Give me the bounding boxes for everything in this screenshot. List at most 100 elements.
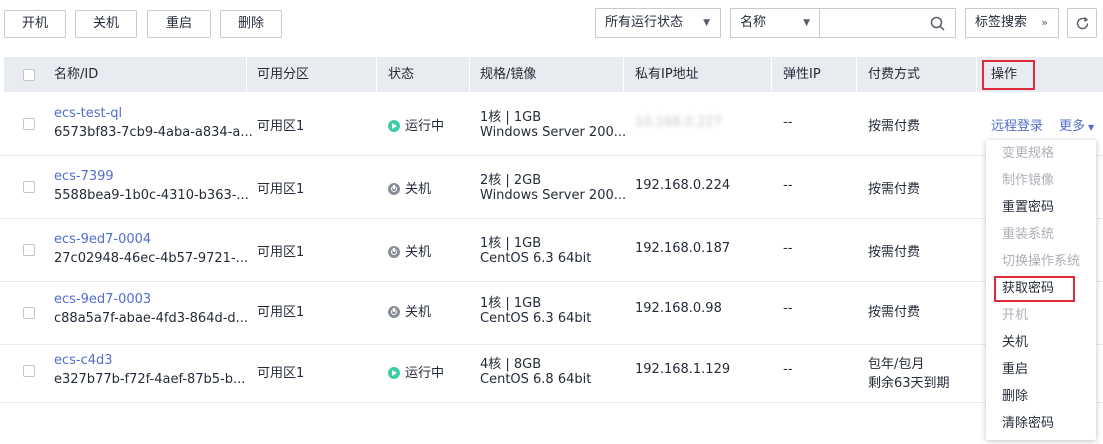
table-row: ecs-7399 5588bea9-1b0c-4310-b363-... 可用区… [0, 156, 1103, 219]
header-divider [246, 57, 247, 92]
menu-item-change-spec[interactable]: 变更规格 [1002, 145, 1054, 163]
status-cell: 关机 [388, 178, 431, 197]
double-chevron-down-icon: » [1041, 16, 1048, 29]
table-header: 名称/ID 可用分区 状态 规格/镜像 私有IP地址 弹性IP 付费方式 操作 [4, 57, 1103, 92]
billing-cell: 按需付费 [868, 119, 921, 134]
status-cell: 运行中 [388, 362, 444, 381]
toolbar: 开机 关机 重启 删除 所有运行状态 ▼ 名称 ▼ 标签搜索 » [0, 0, 1103, 56]
zone-cell: 可用区1 [257, 305, 305, 320]
row-checkbox[interactable] [23, 365, 35, 377]
table-row: ecs-9ed7-0003 c88a5a7f-abae-4fd3-864d-d.… [0, 282, 1103, 345]
spec-cell: 1核 | 1GB [480, 236, 542, 251]
menu-item-stop[interactable]: 关机 [1002, 334, 1028, 352]
status-text: 关机 [405, 305, 432, 320]
eip-cell: -- [783, 301, 793, 316]
search-icon[interactable] [930, 16, 945, 31]
delete-button[interactable]: 删除 [220, 10, 282, 38]
instance-name-link[interactable]: ecs-7399 [54, 169, 114, 184]
menu-item-clear-password[interactable]: 清除密码 [1002, 415, 1054, 433]
select-all-checkbox[interactable] [23, 69, 35, 81]
status-filter-value: 所有运行状态 [605, 15, 684, 30]
eip-cell: -- [783, 241, 793, 256]
spec-cell: 4核 | 8GB [480, 357, 542, 372]
instance-name-link[interactable]: ecs-9ed7-0003 [54, 292, 151, 307]
header-zone: 可用分区 [257, 67, 310, 82]
zone-cell: 可用区1 [257, 182, 305, 197]
menu-item-start[interactable]: 开机 [1002, 307, 1028, 325]
billing-cell: 按需付费 [868, 245, 921, 260]
header-divider [856, 57, 857, 92]
row-checkbox[interactable] [23, 244, 35, 256]
running-icon [388, 367, 400, 379]
status-text: 运行中 [405, 366, 445, 381]
billing-cell: 包年/包月 [868, 357, 925, 372]
eip-cell: -- [783, 362, 793, 377]
row-checkbox[interactable] [23, 307, 35, 319]
header-billing: 付费方式 [868, 67, 921, 82]
caret-down-icon: ▼ [803, 18, 810, 28]
caret-down-icon: ▼ [1088, 123, 1095, 132]
menu-item-change-os[interactable]: 切换操作系统 [1002, 253, 1080, 271]
instance-id: c88a5a7f-abae-4fd3-864d-d... [54, 311, 249, 326]
status-text: 运行中 [405, 119, 445, 134]
eip-cell: -- [783, 178, 793, 193]
instance-name-link[interactable]: ecs-test-ql [54, 106, 122, 121]
running-icon [388, 120, 400, 132]
status-text: 关机 [405, 182, 432, 197]
image-cell: CentOS 6.3 64bit [480, 311, 592, 326]
tag-search-select[interactable]: 标签搜索 » [965, 8, 1059, 38]
menu-item-create-image[interactable]: 制作镜像 [1002, 172, 1054, 190]
row-checkbox[interactable] [23, 118, 35, 130]
image-cell: CentOS 6.8 64bit [480, 372, 592, 387]
private-ip-cell: 192.168.0.187 [635, 241, 731, 256]
table-row: ecs-9ed7-0004 27c02948-46ec-4b57-9721-..… [0, 219, 1103, 282]
remote-login-link[interactable]: 远程登录 [991, 115, 1043, 134]
header-divider [623, 57, 624, 92]
private-ip-cell: 10.168.0.227 [635, 115, 722, 130]
menu-item-restart[interactable]: 重启 [1002, 361, 1028, 379]
instance-name-link[interactable]: ecs-c4d3 [54, 353, 113, 368]
header-name: 名称/ID [54, 67, 99, 82]
instance-name-link[interactable]: ecs-9ed7-0004 [54, 232, 151, 247]
zone-cell: 可用区1 [257, 245, 305, 260]
menu-item-reinstall-os[interactable]: 重装系统 [1002, 226, 1054, 244]
search-field-select[interactable]: 名称 ▼ [730, 8, 820, 38]
image-cell: Windows Server 200... [480, 188, 627, 203]
billing-cell: 按需付费 [868, 182, 921, 197]
zone-cell: 可用区1 [257, 366, 305, 381]
refresh-button[interactable] [1067, 8, 1097, 38]
restart-button[interactable]: 重启 [147, 10, 211, 38]
image-cell: CentOS 6.3 64bit [480, 251, 592, 266]
zone-cell: 可用区1 [257, 119, 305, 134]
private-ip-cell: 192.168.0.224 [635, 178, 731, 193]
more-dropdown[interactable]: 更多 ▼ [1059, 115, 1094, 134]
header-eip: 弹性IP [783, 67, 821, 82]
billing-expiry: 剩余63天到期 [868, 376, 950, 391]
status-filter-select[interactable]: 所有运行状态 ▼ [595, 8, 721, 38]
start-button[interactable]: 开机 [4, 10, 66, 38]
status-cell: 关机 [388, 301, 431, 320]
header-divider [469, 57, 470, 92]
refresh-icon [1076, 16, 1089, 30]
instance-id: 6573bf83-7cb9-4aba-a834-a... [54, 125, 253, 140]
spec-cell: 1核 | 1GB [480, 110, 542, 125]
menu-item-delete[interactable]: 删除 [1002, 388, 1028, 406]
power-off-icon [388, 183, 400, 195]
spec-cell: 2核 | 2GB [480, 173, 542, 188]
search-input[interactable] [819, 8, 956, 38]
tag-search-label: 标签搜索 [975, 15, 1028, 30]
status-text: 关机 [405, 245, 432, 260]
highlight-box [994, 276, 1075, 302]
instance-id: e327b77b-f72f-4aef-87b5-b... [54, 372, 246, 387]
stop-button[interactable]: 关机 [75, 10, 137, 38]
caret-down-icon: ▼ [703, 18, 710, 28]
instance-id: 5588bea9-1b0c-4310-b363-... [54, 188, 249, 203]
highlight-box [982, 60, 1035, 90]
menu-item-reset-password[interactable]: 重置密码 [1002, 199, 1054, 217]
power-off-icon [388, 246, 400, 258]
eip-cell: -- [783, 115, 793, 130]
search-field-value: 名称 [740, 15, 767, 30]
image-cell: Windows Server 200... [480, 125, 627, 140]
row-checkbox[interactable] [23, 181, 35, 193]
table-row: ecs-c4d3 e327b77b-f72f-4aef-87b5-b... 可用… [0, 340, 1103, 403]
